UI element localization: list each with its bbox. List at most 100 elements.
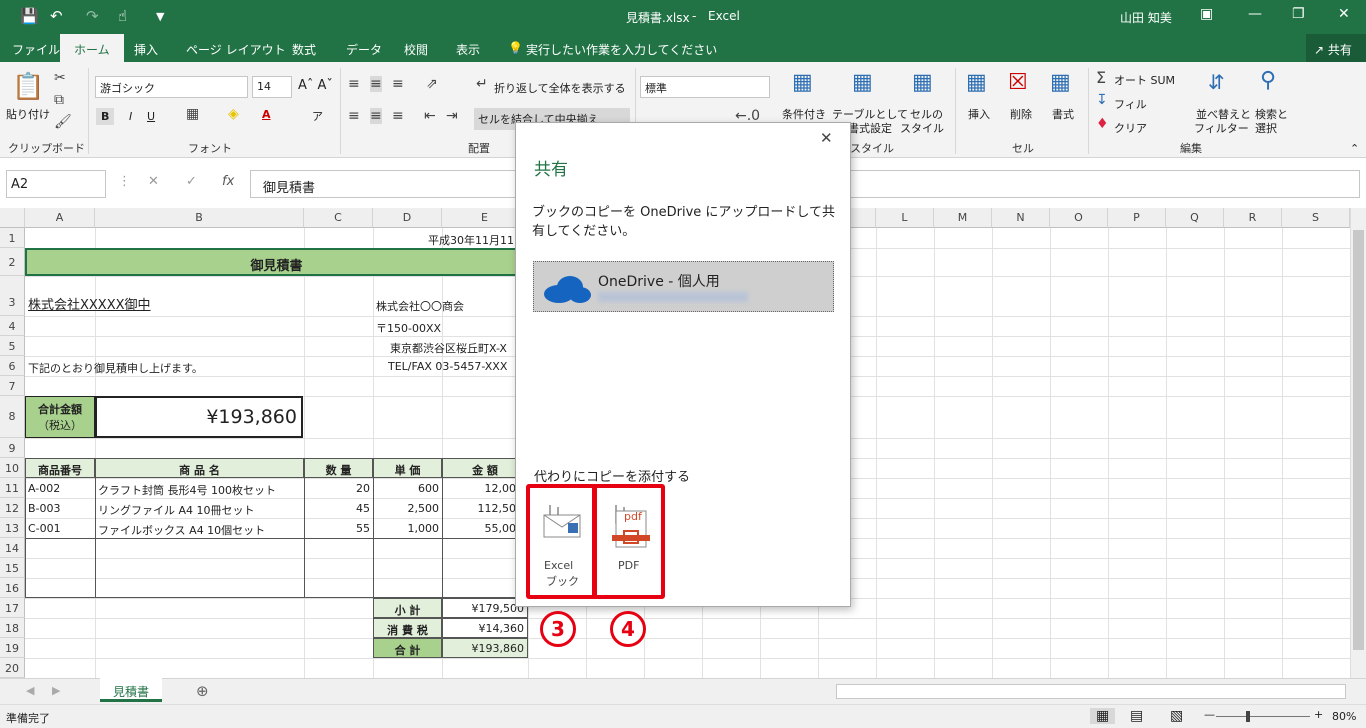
select-all-corner[interactable] [0,208,25,228]
italic-button[interactable]: I [126,108,135,125]
border-icon[interactable]: ▦ [186,106,199,122]
row-header[interactable]: 1 [0,228,25,248]
column-header[interactable]: D [373,208,442,228]
normal-view-icon[interactable]: ▦ [1090,708,1116,724]
cancel-entry-icon[interactable]: ✕ [148,174,159,189]
column-header[interactable]: B [95,208,304,228]
format-as-table-icon[interactable]: ▦ [852,70,873,95]
insert-function-icon[interactable]: fx [222,174,234,189]
close-pane-icon[interactable]: ✕ [820,129,833,147]
phonetic-icon[interactable]: ア [312,108,323,124]
zoom-slider[interactable] [1216,716,1310,717]
cell-title[interactable]: 御見積書 [25,248,528,276]
align-middle-icon[interactable]: ≡ [370,76,382,92]
column-header[interactable]: Q [1166,208,1224,228]
wrap-text-button[interactable]: 折り返して全体を表示する [494,80,626,96]
share-button[interactable]: ↗ 共有 [1306,34,1366,62]
decrease-indent-icon[interactable]: ⇤ [424,108,436,124]
autosum-button[interactable]: オート SUM [1114,72,1175,88]
align-center-icon[interactable]: ≡ [370,108,382,124]
row-header[interactable]: 9 [0,438,25,458]
tab-insert[interactable]: 挿入 [134,41,158,58]
restore-icon[interactable]: ❐ [1292,6,1305,22]
column-header[interactable]: R [1224,208,1282,228]
font-color-icon[interactable]: A [262,108,271,121]
horizontal-scrollbar[interactable] [836,684,1346,699]
prev-sheet-icon[interactable]: ◀ [26,684,34,697]
name-box[interactable]: A2 [6,170,106,198]
save-icon[interactable]: 💾 [20,7,39,25]
row-header[interactable]: 14 [0,538,25,558]
minimize-icon[interactable]: — [1248,6,1262,22]
row-header[interactable]: 3 [0,276,25,316]
zoom-in-icon[interactable]: + [1314,708,1323,721]
row-header[interactable]: 6 [0,356,25,376]
fill-color-icon[interactable]: ◈ [228,106,239,122]
delete-cells-icon[interactable]: ☒ [1008,70,1028,95]
row-header[interactable]: 2 [0,248,25,276]
row-header[interactable]: 17 [0,598,25,618]
tab-home[interactable]: ホーム [60,34,124,62]
conditional-format-icon[interactable]: ▦ [792,70,813,95]
collapse-ribbon-icon[interactable]: ⌃ [1350,142,1359,155]
zoom-level[interactable]: 80% [1332,710,1356,723]
tab-view[interactable]: 表示 [456,41,480,58]
onedrive-personal-button[interactable]: OneDrive - 個人用 [533,261,834,312]
column-header[interactable]: S [1282,208,1350,228]
column-header[interactable]: A [25,208,95,228]
column-header[interactable]: M [934,208,992,228]
row-header[interactable]: 7 [0,376,25,396]
row-header[interactable]: 15 [0,558,25,578]
orientation-icon[interactable]: ⇗ [426,76,438,92]
number-format-select[interactable]: 標準 [640,76,770,98]
row-header[interactable]: 4 [0,316,25,336]
find-select-icon[interactable]: ⚲ [1260,68,1276,93]
row-header[interactable]: 8 [0,396,25,438]
tab-review[interactable]: 校閲 [404,41,428,58]
align-bottom-icon[interactable]: ≡ [392,76,404,92]
font-size-select[interactable]: 14 [252,76,292,98]
sheet-tab-quote[interactable]: 見積書 [100,678,162,702]
vertical-scrollbar[interactable] [1350,208,1366,678]
page-break-icon[interactable]: ▧ [1170,708,1183,724]
row-header[interactable]: 5 [0,336,25,356]
format-cells-icon[interactable]: ▦ [1050,70,1071,95]
row-header[interactable]: 10 [0,458,25,478]
fill-button[interactable]: フィル [1114,96,1147,112]
conditional-format-button[interactable]: 条件付き [782,106,826,122]
column-header[interactable]: N [992,208,1050,228]
row-header[interactable]: 19 [0,638,25,658]
cut-icon[interactable]: ✂ [54,70,66,86]
insert-cells-button[interactable]: 挿入 [968,106,990,122]
redo-icon[interactable]: ↷ [86,7,99,25]
zoom-slider-thumb[interactable] [1246,711,1250,722]
align-top-icon[interactable]: ≡ [348,76,360,92]
delete-cells-button[interactable]: 削除 [1010,106,1032,122]
sort-filter-icon[interactable]: ⇵ [1208,70,1225,94]
column-header[interactable]: L [876,208,934,228]
next-sheet-icon[interactable]: ▶ [52,684,60,697]
paste-button[interactable]: 貼り付け [6,106,50,122]
column-header[interactable]: O [1050,208,1108,228]
column-header[interactable]: C [304,208,373,228]
column-header[interactable]: P [1108,208,1166,228]
row-header[interactable]: 12 [0,498,25,518]
ribbon-display-icon[interactable]: ▣ [1200,6,1213,22]
row-header[interactable]: 20 [0,658,25,678]
align-left-icon[interactable]: ≡ [348,108,360,124]
insert-cells-icon[interactable]: ▦ [966,70,987,95]
cell-styles-icon[interactable]: ▦ [912,70,933,95]
tab-file[interactable]: ファイル [12,41,60,58]
format-painter-icon[interactable]: 🖌 [54,114,72,130]
format-cells-button[interactable]: 書式 [1052,106,1074,122]
add-sheet-icon[interactable]: ⊕ [196,682,209,700]
font-grow-icon[interactable]: Aˆ Aˇ [298,78,333,93]
copy-icon[interactable]: ⧉ [54,92,64,108]
tab-page-layout[interactable]: ページ レイアウト [186,41,286,58]
increase-indent-icon[interactable]: ⇥ [446,108,458,124]
clear-button[interactable]: クリア [1114,120,1147,136]
row-header[interactable]: 11 [0,478,25,498]
tell-me-box[interactable]: 実行したい作業を入力してください [526,41,717,58]
row-header[interactable]: 18 [0,618,25,638]
confirm-entry-icon[interactable]: ✓ [186,174,197,189]
